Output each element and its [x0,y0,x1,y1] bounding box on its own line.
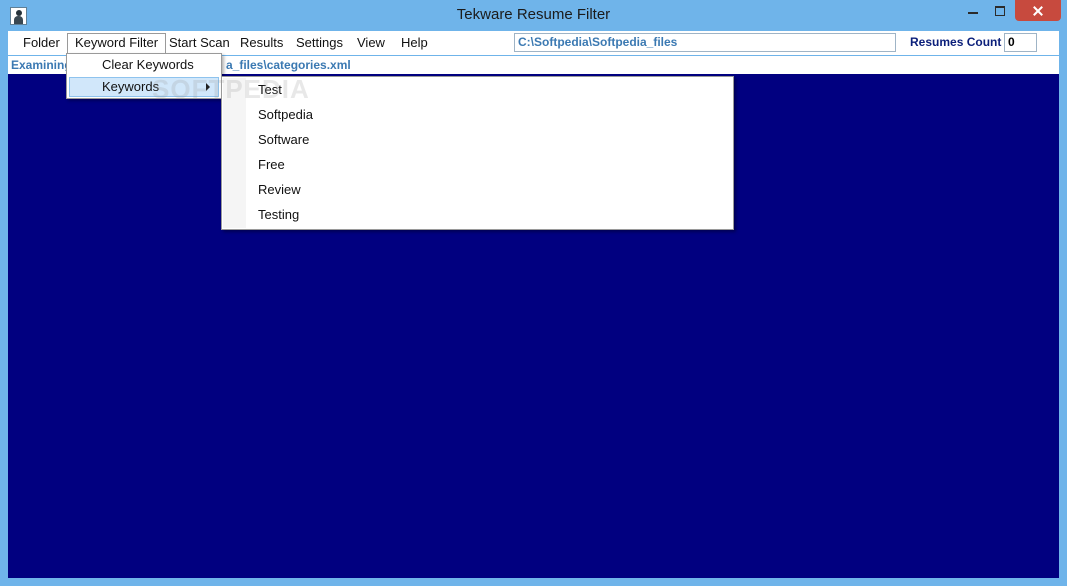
status-file-path: a_files\categories.xml [226,58,351,72]
menu-settings[interactable]: Settings [289,33,350,53]
title-bar[interactable]: Tekware Resume Filter [0,0,1067,31]
keywords-label: Keywords [102,79,160,94]
minimize-button[interactable] [960,0,986,21]
keyword-item[interactable]: Testing [248,203,732,227]
resumes-count-field[interactable]: 0 [1004,33,1037,52]
app-window: Tekware Resume Filter Folder Keyword Fil… [0,0,1067,586]
menu-view[interactable]: View [350,33,392,53]
maximize-icon [995,6,1005,16]
menu-bar: Folder Keyword Filter Start Scan Results… [8,31,1059,55]
menu-start-scan[interactable]: Start Scan [162,33,237,53]
close-button[interactable] [1015,0,1061,21]
menu-results[interactable]: Results [233,33,290,53]
window-title: Tekware Resume Filter [456,6,611,23]
menu-keyword-filter[interactable]: Keyword Filter [67,33,167,53]
watermark: SOFTPEDIA [152,74,310,104]
clear-keywords-label: Clear Keywords [102,57,194,72]
minimize-icon [968,12,978,14]
keyword-item[interactable]: Software [248,128,732,152]
folder-path-field[interactable]: C:\Softpedia\Softpedia_files [514,33,896,52]
maximize-button[interactable] [987,0,1013,21]
keyword-item[interactable]: Softpedia [248,103,732,127]
keyword-item[interactable]: Review [248,178,732,202]
status-examining-label: Examining [11,58,72,72]
keyword-item[interactable]: Free [248,153,732,177]
menu-folder[interactable]: Folder [16,33,67,53]
resumes-count-label: Resumes Count [910,35,1002,49]
menu-clear-keywords[interactable]: Clear Keywords [69,55,219,75]
keyword-item[interactable]: Test [248,78,732,102]
menu-help[interactable]: Help [394,33,435,53]
